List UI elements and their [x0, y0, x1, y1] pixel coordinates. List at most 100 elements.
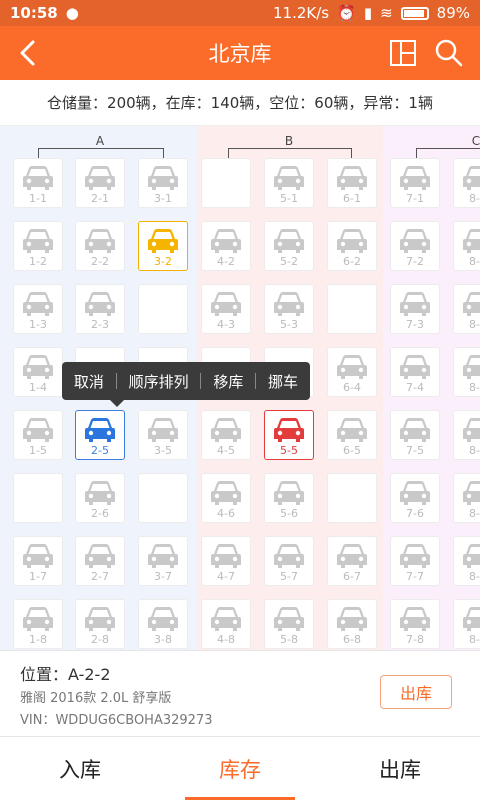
search-icon[interactable] [434, 38, 464, 68]
parking-slot-empty[interactable] [13, 473, 63, 523]
slot-label: 4-2 [217, 255, 235, 268]
back-arrow-icon[interactable] [14, 38, 44, 68]
parking-slot-occupied[interactable]: 5-1 [264, 158, 314, 208]
tab-inbound[interactable]: 入库 [0, 737, 160, 800]
vehicle-info-panel: 位置：A-2-2 雅阁 2016款 2.0L 舒享版 VIN：WDDUG6CBO… [0, 650, 480, 736]
parking-slot-occupied[interactable]: 7-5 [390, 410, 440, 460]
parking-slot-occupied[interactable]: 4-8 [201, 599, 251, 649]
parking-slot-occupied[interactable]: 3-7 [138, 536, 188, 586]
parking-slot-occupied[interactable]: 8-5 [453, 410, 480, 460]
parking-slot-occupied[interactable]: 5-2 [264, 221, 314, 271]
parking-slot-occupied[interactable]: 6-4 [327, 347, 377, 397]
parking-slot-occupied[interactable]: 1-8 [13, 599, 63, 649]
tab-inventory[interactable]: 库存 [160, 737, 320, 800]
car-icon [463, 166, 480, 190]
parking-slot-occupied[interactable]: 8-6 [453, 473, 480, 523]
parking-slot-occupied[interactable]: 5-5 [264, 410, 314, 460]
parking-slot-occupied[interactable]: 2-7 [75, 536, 125, 586]
parking-slot-occupied[interactable]: 8-7 [453, 536, 480, 586]
parking-slot-occupied[interactable]: 6-5 [327, 410, 377, 460]
parking-slot-occupied[interactable]: 4-5 [201, 410, 251, 460]
parking-slot-occupied[interactable]: 6-2 [327, 221, 377, 271]
parking-slot-occupied[interactable]: 4-7 [201, 536, 251, 586]
parking-slot-occupied[interactable]: 2-1 [75, 158, 125, 208]
slot-label: 2-1 [91, 192, 109, 205]
parking-slot-occupied[interactable]: 3-8 [138, 599, 188, 649]
battery-icon [400, 6, 429, 20]
parking-slot-occupied[interactable]: 1-5 [13, 410, 63, 460]
parking-slot-occupied[interactable]: 6-1 [327, 158, 377, 208]
parking-slot-occupied[interactable]: 5-7 [264, 536, 314, 586]
parking-slot-occupied[interactable]: 8-4 [453, 347, 480, 397]
parking-slot-empty[interactable] [327, 473, 377, 523]
slot-label: 3-2 [154, 255, 172, 268]
parking-slot-occupied[interactable]: 2-8 [75, 599, 125, 649]
signal-icon: ▮ [363, 4, 373, 22]
grid-view-icon[interactable] [388, 38, 418, 68]
parking-slot-occupied[interactable]: 7-7 [390, 536, 440, 586]
parking-slot-occupied[interactable]: 6-7 [327, 536, 377, 586]
parking-slot-empty[interactable] [138, 284, 188, 334]
tab-outbound[interactable]: 出库 [320, 737, 480, 800]
divider [115, 373, 117, 389]
car-icon [85, 544, 115, 568]
storage-summary: 仓储量：200辆，在库：140辆，空位：60辆，异常：1辆 [0, 80, 480, 126]
parking-slot-occupied[interactable]: 1-1 [13, 158, 63, 208]
wifi-icon: ≋ [380, 4, 393, 22]
parking-slot-occupied[interactable]: 2-2 [75, 221, 125, 271]
parking-slot-occupied[interactable]: 5-6 [264, 473, 314, 523]
slot-label: 8-2 [469, 255, 480, 268]
popup-move-car[interactable]: 挪车 [268, 371, 298, 392]
slot-label: 8-1 [469, 192, 480, 205]
parking-slot-occupied[interactable]: 5-8 [264, 599, 314, 649]
popup-cancel[interactable]: 取消 [74, 371, 104, 392]
slot-label: 4-3 [217, 318, 235, 331]
slot-label: 3-7 [154, 570, 172, 583]
network-speed: 11.2K/s [273, 4, 330, 22]
parking-slot-occupied[interactable]: 5-3 [264, 284, 314, 334]
parking-slot-occupied[interactable]: 3-1 [138, 158, 188, 208]
app-header: 北京库 [0, 26, 480, 80]
parking-slot-occupied[interactable]: 7-8 [390, 599, 440, 649]
parking-slot-occupied[interactable]: 1-2 [13, 221, 63, 271]
slot-label: 2-2 [91, 255, 109, 268]
parking-slot-empty[interactable] [327, 284, 377, 334]
parking-slot-occupied[interactable]: 3-2 [138, 221, 188, 271]
parking-slot-occupied[interactable]: 8-8 [453, 599, 480, 649]
parking-slot-occupied[interactable]: 7-6 [390, 473, 440, 523]
parking-slot-occupied[interactable]: 1-7 [13, 536, 63, 586]
car-icon [274, 229, 304, 253]
car-icon [463, 544, 480, 568]
parking-slot-occupied[interactable]: 7-2 [390, 221, 440, 271]
parking-slot-occupied[interactable]: 3-5 [138, 410, 188, 460]
car-icon [148, 544, 178, 568]
zone-bracket-b [228, 148, 352, 158]
parking-slot-empty[interactable] [201, 158, 251, 208]
vehicle-model: 雅阁 2016款 2.0L 舒享版 [20, 691, 172, 706]
parking-slot-occupied[interactable]: 1-3 [13, 284, 63, 334]
popup-sort[interactable]: 顺序排列 [129, 371, 189, 392]
parking-slot-empty[interactable] [138, 473, 188, 523]
parking-slot-occupied[interactable]: 7-3 [390, 284, 440, 334]
parking-slot-occupied[interactable]: 8-2 [453, 221, 480, 271]
parking-slot-occupied[interactable]: 7-1 [390, 158, 440, 208]
parking-slot-occupied[interactable]: 4-6 [201, 473, 251, 523]
parking-lot-map[interactable]: A B C 1-1 1-2 1-3 1-4 1-5 1-7 1-8 2-1 2-2 2-3 2-5 2… [0, 126, 480, 650]
slot-label: 5-8 [280, 633, 298, 646]
car-icon [148, 166, 178, 190]
checkout-button[interactable]: 出库 [380, 675, 452, 709]
parking-slot-occupied[interactable]: 4-3 [201, 284, 251, 334]
popup-move-storage[interactable]: 移库 [213, 371, 243, 392]
parking-slot-occupied[interactable]: 6-8 [327, 599, 377, 649]
slot-label: 7-4 [406, 381, 424, 394]
parking-slot-occupied[interactable]: 2-5 [75, 410, 125, 460]
parking-slot-occupied[interactable]: 4-2 [201, 221, 251, 271]
parking-slot-occupied[interactable]: 7-4 [390, 347, 440, 397]
parking-slot-occupied[interactable]: 8-1 [453, 158, 480, 208]
parking-slot-occupied[interactable]: 8-3 [453, 284, 480, 334]
parking-slot-occupied[interactable]: 2-6 [75, 473, 125, 523]
zone-bracket-c [416, 148, 480, 158]
slot-label: 6-4 [343, 381, 361, 394]
parking-slot-occupied[interactable]: 1-4 [13, 347, 63, 397]
parking-slot-occupied[interactable]: 2-3 [75, 284, 125, 334]
